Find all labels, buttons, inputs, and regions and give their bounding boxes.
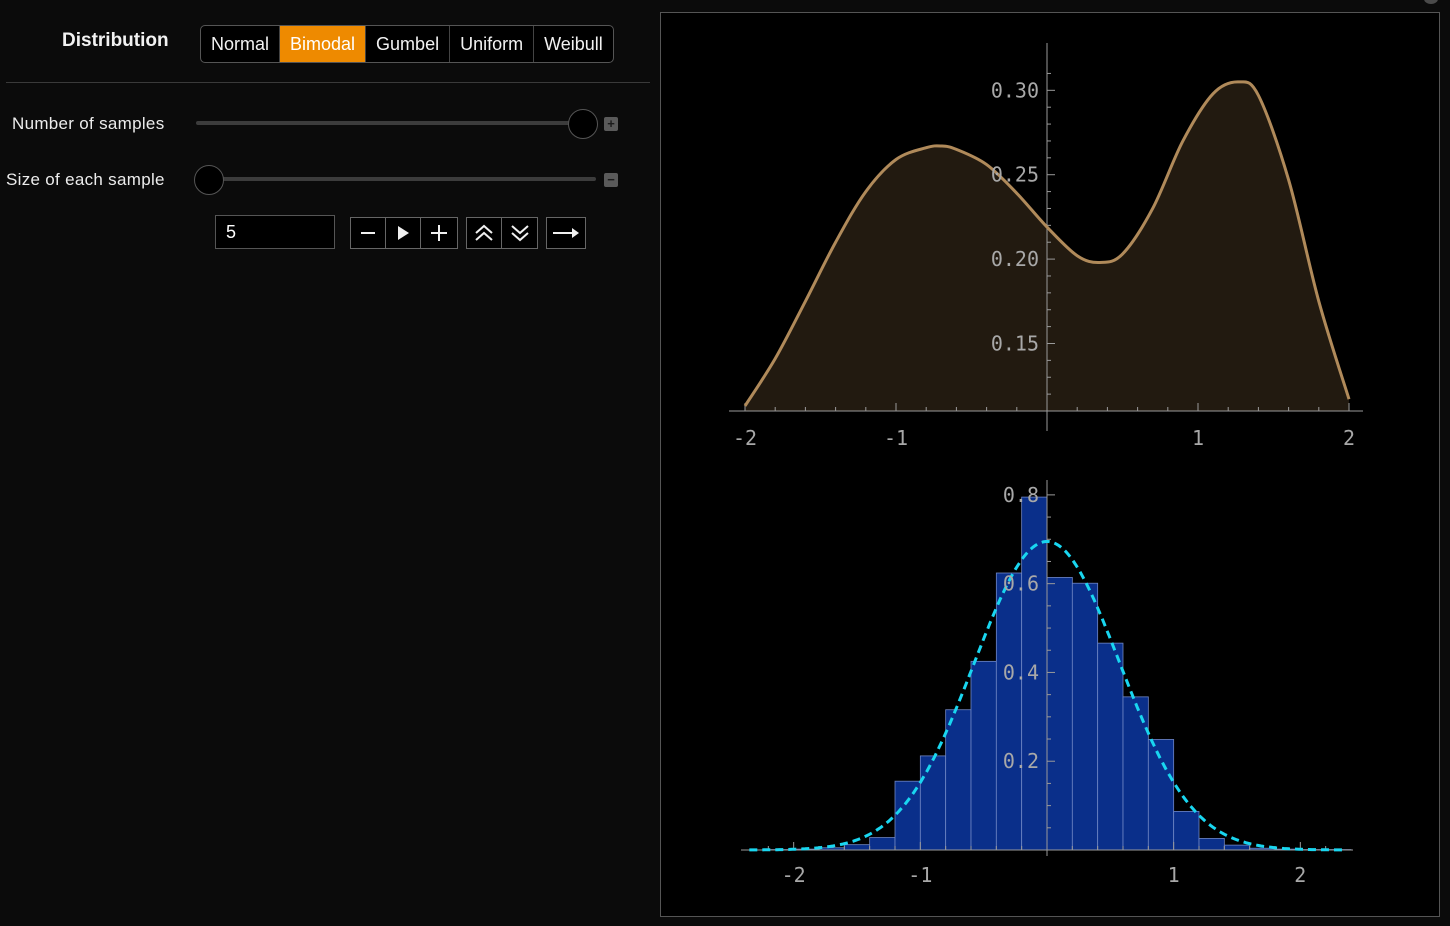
minus-square-icon[interactable]: −: [604, 173, 618, 187]
window-corner-indicator: [1424, 0, 1438, 4]
histogram-bar: [1198, 838, 1225, 851]
num-samples-slider[interactable]: [196, 121, 596, 125]
histogram-bar: [1097, 642, 1124, 851]
histogram-bar: [995, 572, 1023, 851]
y-tick-label: 0.2: [1003, 749, 1039, 773]
animator-direction-control: [546, 217, 586, 249]
divider: [6, 82, 650, 83]
histogram-bar: [1173, 810, 1200, 851]
y-tick-label: 0.15: [991, 331, 1039, 355]
sample-size-slider-thumb[interactable]: [194, 165, 224, 195]
distribution-label: Distribution: [62, 30, 169, 51]
x-tick-label: -1: [884, 426, 908, 450]
distribution-option-uniform[interactable]: Uniform: [450, 26, 535, 62]
y-tick-label: 0.25: [991, 163, 1039, 187]
plot-area: -2 -1 1 2 0.15 0.20 0.25 0.30 -2 -1 1 2 0.2 0.4 0.6 0.…: [660, 12, 1440, 917]
faster-icon[interactable]: [467, 218, 502, 248]
x-tick-label: -1: [908, 863, 932, 887]
histogram-bar: [869, 837, 896, 851]
distribution-option-bimodal[interactable]: Bimodal: [280, 26, 367, 62]
slower-icon[interactable]: [502, 218, 537, 248]
histogram-bar: [1223, 844, 1251, 851]
x-tick-label: -2: [782, 863, 806, 887]
distribution-selector: Normal Bimodal Gumbel Uniform Weibull: [200, 25, 614, 63]
histogram-bar: [945, 709, 972, 851]
y-tick-label: 0.20: [991, 247, 1039, 271]
controls-panel: Distribution Normal Bimodal Gumbel Unifo…: [0, 0, 660, 926]
sample-size-slider[interactable]: [196, 177, 596, 181]
plus-icon[interactable]: [421, 218, 456, 248]
histogram-bar: [919, 755, 947, 851]
sample-size-label: Size of each sample: [6, 170, 165, 189]
x-tick-label: 2: [1343, 426, 1355, 450]
x-tick-label: 1: [1168, 863, 1180, 887]
x-tick-label: 2: [1294, 863, 1306, 887]
histogram-bar: [1122, 696, 1149, 851]
histogram-chart: -2 -1 1 2 0.2 0.4 0.6 0.8: [741, 480, 1353, 887]
minus-icon[interactable]: [351, 218, 386, 248]
histogram-bar: [894, 780, 921, 851]
density-chart: -2 -1 1 2 0.15 0.20 0.25 0.30: [729, 43, 1363, 450]
histogram-bar: [843, 844, 871, 851]
histogram-bar: [1071, 582, 1099, 851]
animator-speed-controls: [466, 217, 538, 249]
distribution-option-gumbel[interactable]: Gumbel: [366, 26, 451, 62]
play-icon[interactable]: [386, 218, 421, 248]
distribution-option-weibull[interactable]: Weibull: [534, 26, 613, 62]
histogram-bar: [1046, 577, 1073, 851]
x-tick-label: 1: [1192, 426, 1204, 450]
histogram-bar: [1147, 739, 1175, 851]
num-samples-label: Number of samples: [12, 114, 165, 133]
y-tick-label: 0.30: [991, 78, 1039, 102]
y-tick-label: 0.6: [1003, 572, 1039, 596]
y-tick-label: 0.4: [1003, 660, 1039, 684]
distribution-option-normal[interactable]: Normal: [201, 26, 281, 62]
sample-size-input[interactable]: 5: [215, 215, 335, 249]
plus-square-icon[interactable]: +: [604, 117, 618, 131]
histogram-bar: [970, 660, 997, 851]
direction-arrow-icon[interactable]: [547, 218, 585, 248]
num-samples-slider-thumb[interactable]: [568, 109, 598, 139]
x-tick-label: -2: [733, 426, 757, 450]
animator-step-controls: [350, 217, 458, 249]
y-tick-label: 0.8: [1003, 483, 1039, 507]
